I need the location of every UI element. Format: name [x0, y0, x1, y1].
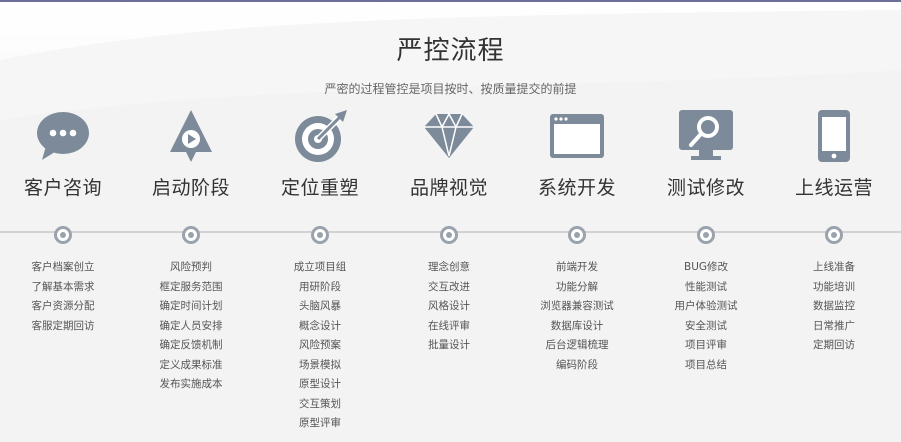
step-system-dev: 系统开发 前端开发 功能分解 浏览器兼容测试 数据库设计 后台逻辑梳理 编码阶段 [513, 108, 641, 375]
list-item: 原型评审 [299, 417, 341, 429]
list-item: 发布实施成本 [159, 378, 223, 390]
page-subtitle: 严密的过程管控是项目按时、按质量提交的前提 [324, 82, 577, 96]
step-testing: 测试修改 BUG修改 性能测试 用户体验测试 安全测试 项目评审 项目总结 [642, 108, 770, 375]
chat-bubble-icon [37, 112, 89, 160]
list-item: 风险预判 [170, 261, 212, 273]
step-items: 理念创意 交互改进 风格设计 在线评审 批量设计 [385, 258, 513, 356]
timeline-node [182, 226, 200, 244]
timeline-node [440, 226, 458, 244]
list-item: 了解基本需求 [31, 280, 95, 293]
step-title: 上线运营 [794, 177, 873, 199]
list-item: 头脑风暴 [299, 300, 341, 312]
mobile-phone-icon [818, 110, 850, 162]
list-item: 成立项目组 [293, 261, 347, 273]
step-items: 客户档案创立 了解基本需求 客户资源分配 客服定期回访 [0, 258, 127, 336]
list-item: 确定反馈机制 [159, 339, 223, 351]
step-kickoff: 启动阶段 风险预判 框定服务范围 确定时间计划 确定人员安排 确定反馈机制 定义… [127, 108, 255, 395]
list-item: 定义成果标准 [159, 358, 223, 371]
step-launch-ops: 上线运营 上线准备 功能培训 数据监控 日常推广 定期回访 [770, 108, 898, 356]
list-item: 用户体验测试 [674, 300, 738, 312]
timeline-node [697, 226, 715, 244]
list-item: 原型设计 [299, 378, 341, 390]
step-title: 启动阶段 [151, 177, 230, 199]
list-item: 安全测试 [685, 319, 727, 332]
list-item: 确定人员安排 [159, 319, 223, 332]
list-item: 客服定期回访 [31, 319, 95, 332]
list-item: 概念设计 [299, 319, 341, 332]
list-item: 功能分解 [556, 280, 598, 293]
list-item: 日常推广 [813, 319, 855, 332]
step-items: 前端开发 功能分解 浏览器兼容测试 数据库设计 后台逻辑梳理 编码阶段 [513, 258, 641, 375]
step-title: 品牌视觉 [409, 177, 488, 199]
list-item: 风格设计 [428, 300, 470, 312]
list-item: 在线评审 [428, 319, 470, 332]
list-item: 框定服务范围 [159, 280, 223, 293]
list-item: 批量设计 [428, 339, 470, 351]
list-item: 场景模拟 [299, 358, 341, 371]
launch-icon [170, 110, 212, 162]
list-item: 交互策划 [299, 397, 341, 410]
timeline-node [54, 226, 72, 244]
step-items: 风险预判 框定服务范围 确定时间计划 确定人员安排 确定反馈机制 定义成果标准 … [127, 258, 255, 395]
diamond-icon [424, 112, 474, 158]
page-title: 严控流程 [396, 36, 505, 66]
list-item: 功能培训 [813, 280, 855, 293]
timeline-node [568, 226, 586, 244]
list-item: 确定时间计划 [159, 300, 223, 312]
list-item: 后台逻辑梳理 [545, 339, 609, 351]
step-title: 客户咨询 [23, 177, 102, 199]
list-item: 数据库设计 [550, 319, 604, 332]
list-item: 项目总结 [685, 358, 727, 371]
list-item: 用研阶段 [299, 280, 341, 293]
step-items: 成立项目组 用研阶段 头脑风暴 概念设计 风险预案 场景模拟 原型设计 交互策划… [256, 258, 384, 434]
step-title: 系统开发 [537, 177, 616, 199]
step-title: 定位重塑 [280, 177, 359, 199]
list-item: 客户资源分配 [31, 300, 95, 312]
list-item: 定期回访 [813, 339, 855, 351]
step-positioning: 定位重塑 成立项目组 用研阶段 头脑风暴 概念设计 风险预案 场景模拟 原型设计… [256, 108, 384, 434]
step-items: 上线准备 功能培训 数据监控 日常推广 定期回访 [770, 258, 898, 356]
step-items: BUG修改 性能测试 用户体验测试 安全测试 项目评审 项目总结 [642, 258, 770, 375]
browser-window-icon [550, 114, 604, 158]
timeline-node [825, 226, 843, 244]
list-item: 编码阶段 [556, 358, 598, 371]
target-icon [295, 110, 347, 162]
list-item: 浏览器兼容测试 [540, 300, 614, 312]
list-item: 风险预案 [299, 339, 341, 351]
list-item: 项目评审 [685, 339, 727, 351]
step-title: 测试修改 [666, 177, 745, 199]
list-item: 交互改进 [428, 280, 470, 293]
list-item: 客户档案创立 [31, 261, 95, 273]
step-customer-consult: 客户咨询 客户档案创立 了解基本需求 客户资源分配 客服定期回访 [0, 108, 127, 336]
step-brand-visual: 品牌视觉 理念创意 交互改进 风格设计 在线评审 批量设计 [385, 108, 513, 356]
list-item: 数据监控 [813, 300, 855, 312]
timeline-node [311, 226, 329, 244]
list-item: 理念创意 [428, 261, 470, 273]
magnifier-icon [679, 110, 733, 160]
list-item: 性能测试 [685, 280, 727, 293]
list-item: 前端开发 [556, 261, 598, 273]
list-item: BUG修改 [683, 261, 729, 273]
list-item: 上线准备 [813, 261, 855, 273]
